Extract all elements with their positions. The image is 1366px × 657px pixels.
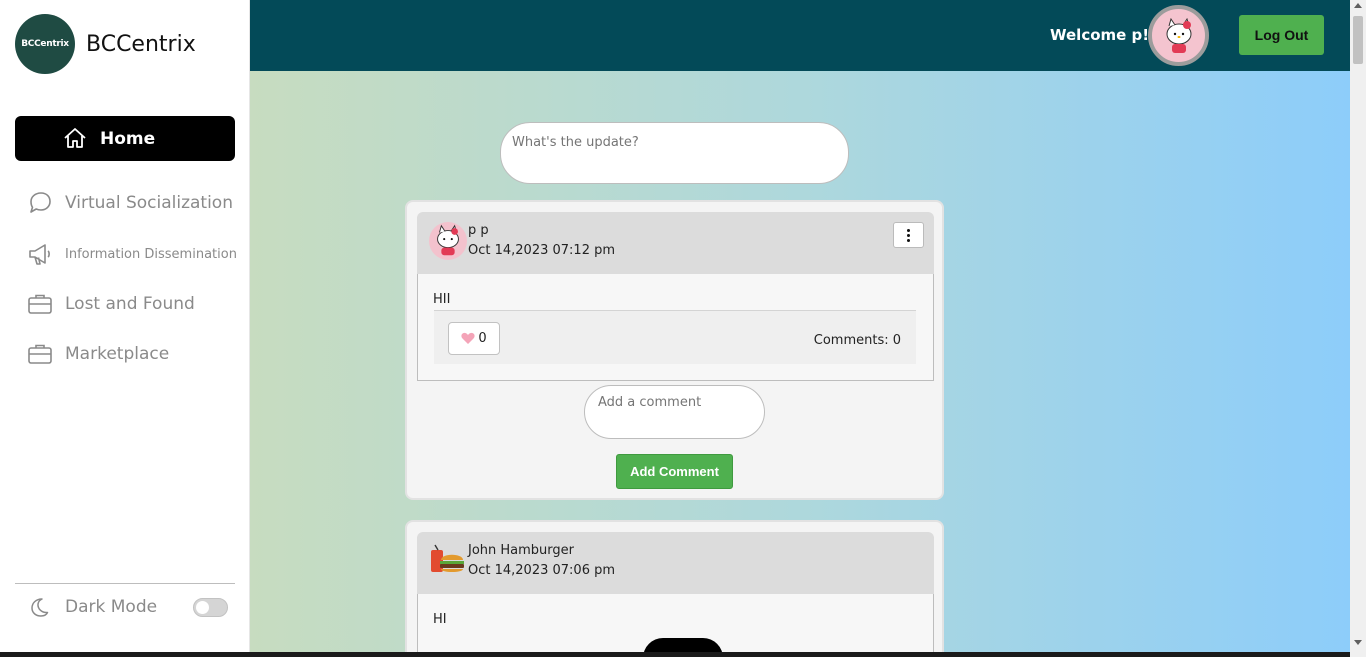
avatar[interactable] — [429, 222, 467, 260]
brand-logo: BCCentrix — [15, 14, 75, 74]
like-count: 0 — [478, 331, 487, 346]
update-input[interactable] — [500, 122, 849, 184]
sidebar-item-virtual-socialization[interactable]: Virtual Socialization — [27, 190, 233, 216]
post-footer: 0 Comments: 0 — [434, 310, 916, 364]
kebab-dot — [907, 228, 910, 232]
scroll-down-arrow-icon[interactable] — [1354, 640, 1362, 645]
top-bar: Welcome p! Log Out — [250, 0, 1350, 71]
post-author[interactable]: p p — [468, 223, 489, 238]
post-body: HII 0 Comments: 0 — [417, 274, 934, 381]
brand-name: BCCentrix — [86, 31, 196, 57]
welcome-text: Welcome p! — [1050, 26, 1150, 44]
comments-count[interactable]: Comments: 0 — [814, 333, 901, 348]
hello-kitty-avatar-icon — [1166, 17, 1191, 53]
user-avatar[interactable] — [1148, 5, 1209, 66]
sidebar-item-label: Information Dissemination — [65, 246, 237, 262]
dark-mode-label: Dark Mode — [65, 597, 158, 617]
home-icon — [64, 128, 86, 148]
dark-mode-toggle[interactable] — [193, 598, 228, 617]
post-header: John Hamburger Oct 14,2023 07:06 pm — [417, 532, 934, 594]
post-text: HII — [433, 292, 451, 307]
logout-button[interactable]: Log Out — [1239, 15, 1324, 55]
toggle-knob — [196, 601, 209, 614]
kebab-dot — [907, 233, 910, 237]
sidebar-item-label: Home — [100, 128, 156, 149]
taskbar-strip — [0, 652, 1350, 657]
avatar[interactable] — [429, 542, 467, 580]
megaphone-icon — [29, 244, 50, 265]
sidebar-item-label: Marketplace — [65, 344, 170, 364]
post-header: p p Oct 14,2023 07:12 pm — [417, 212, 934, 274]
post-menu-button[interactable] — [893, 222, 924, 248]
sidebar-divider — [15, 583, 235, 584]
hello-kitty-avatar-icon — [437, 224, 459, 256]
sidebar: BCCentrix BCCentrix Home Virtual Sociali… — [0, 0, 250, 657]
sidebar-item-label: Virtual Socialization — [65, 193, 233, 213]
sidebar-item-information-dissemination[interactable]: Information Dissemination — [27, 241, 237, 267]
briefcase-icon — [28, 294, 52, 314]
post-card: p p Oct 14,2023 07:12 pm HII 0 Comments:… — [405, 200, 944, 500]
logo-text: BCCentrix — [21, 39, 69, 49]
post-date: Oct 14,2023 07:06 pm — [468, 563, 616, 578]
post-author[interactable]: John Hamburger — [468, 543, 574, 558]
burger-avatar-icon — [431, 544, 464, 572]
dark-mode-row: Dark Mode — [28, 596, 157, 618]
kebab-dot — [907, 238, 910, 242]
briefcase-icon — [28, 344, 52, 364]
post-date: Oct 14,2023 07:12 pm — [468, 243, 616, 258]
sidebar-item-lost-and-found[interactable]: Lost and Found — [27, 291, 195, 317]
sidebar-item-marketplace[interactable]: Marketplace — [27, 341, 169, 367]
chat-icon — [30, 192, 51, 213]
sidebar-item-label: Lost and Found — [65, 294, 195, 314]
main-feed: p p Oct 14,2023 07:12 pm HII 0 Comments:… — [250, 71, 1350, 657]
page-scrollbar[interactable] — [1350, 0, 1366, 657]
scroll-up-arrow-icon[interactable] — [1354, 3, 1362, 8]
add-comment-button[interactable]: Add Comment — [616, 454, 733, 489]
moon-icon — [31, 598, 49, 617]
comment-input[interactable] — [584, 385, 765, 439]
heart-icon — [461, 332, 475, 344]
brand[interactable]: BCCentrix BCCentrix — [15, 14, 196, 74]
like-button[interactable]: 0 — [448, 322, 500, 355]
scroll-thumb[interactable] — [1353, 16, 1363, 64]
post-card: John Hamburger Oct 14,2023 07:06 pm HI — [405, 520, 944, 657]
sidebar-item-home[interactable]: Home — [15, 116, 235, 161]
post-text: HI — [433, 612, 447, 627]
